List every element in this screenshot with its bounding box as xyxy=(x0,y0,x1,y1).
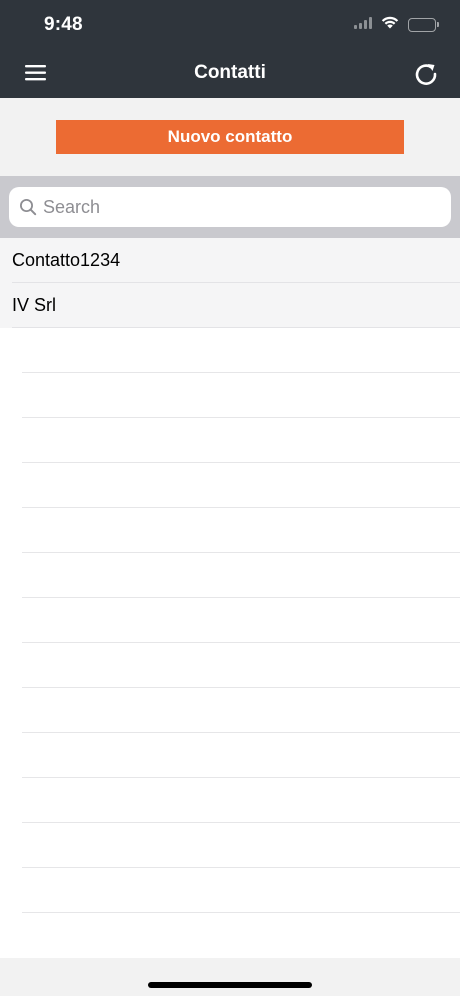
empty-row xyxy=(0,688,460,733)
contact-name: IV Srl xyxy=(12,295,57,315)
contacts-screen: 9:48 Contatti Nuovo contatto Search Cont… xyxy=(0,0,460,996)
bottom-safe-area xyxy=(0,958,460,996)
refresh-button[interactable] xyxy=(412,60,440,88)
empty-row xyxy=(0,598,460,643)
app-header: 9:48 Contatti xyxy=(0,0,460,98)
contacts-list: Contatto1234 IV Srl xyxy=(0,238,460,328)
empty-row xyxy=(0,868,460,913)
contact-item[interactable]: IV Srl xyxy=(0,283,460,328)
search-input[interactable] xyxy=(43,196,423,218)
empty-row xyxy=(0,823,460,868)
empty-row xyxy=(0,418,460,463)
empty-list-rows xyxy=(0,328,460,958)
empty-row xyxy=(0,463,460,508)
search-icon xyxy=(20,199,37,216)
contact-item[interactable]: Contatto1234 xyxy=(0,238,460,283)
status-icons xyxy=(354,15,439,34)
search-bar xyxy=(0,176,460,238)
page-title: Contatti xyxy=(194,62,266,83)
action-area: Nuovo contatto xyxy=(0,98,460,176)
empty-row xyxy=(0,733,460,778)
contact-name: Contatto1234 xyxy=(12,250,121,270)
empty-row xyxy=(0,553,460,598)
empty-row xyxy=(0,373,460,418)
refresh-icon xyxy=(415,64,437,85)
status-time: 9:48 xyxy=(44,14,83,35)
empty-row xyxy=(0,778,460,823)
empty-row xyxy=(0,508,460,553)
wifi-icon xyxy=(380,15,400,34)
signal-icon xyxy=(354,16,372,34)
home-indicator[interactable] xyxy=(148,982,312,988)
battery-icon xyxy=(408,17,439,32)
search-field[interactable] xyxy=(9,187,451,227)
new-contact-button[interactable]: Nuovo contatto xyxy=(56,120,404,154)
empty-row xyxy=(0,643,460,688)
empty-row xyxy=(0,328,460,373)
